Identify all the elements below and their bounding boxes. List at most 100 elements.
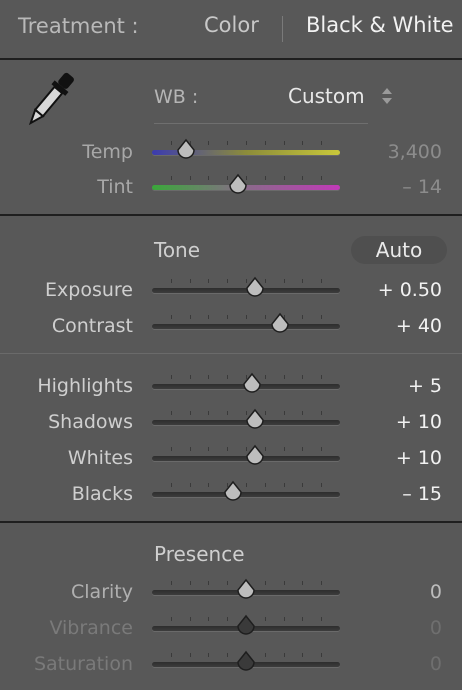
slider-tick	[283, 483, 285, 487]
slider-tick	[264, 653, 266, 657]
slider-tick	[170, 279, 172, 283]
tint-slider-thumb[interactable]	[227, 173, 249, 195]
temp-label: Temp	[82, 141, 133, 163]
slider-tick	[264, 141, 266, 145]
blacks-value[interactable]: – 15	[322, 483, 442, 505]
slider-tick	[170, 176, 172, 180]
slider-tick	[189, 411, 191, 415]
slider-tick	[208, 653, 210, 657]
subsection-divider	[0, 353, 462, 354]
whites-slider[interactable]	[152, 444, 340, 468]
vibrance-label: Vibrance	[49, 617, 133, 639]
tone-title: Tone	[154, 238, 201, 262]
contrast-slider[interactable]	[152, 312, 340, 336]
highlights-slider[interactable]	[152, 372, 340, 396]
blacks-label: Blacks	[71, 483, 133, 505]
treatment-separator	[282, 16, 283, 42]
slider-tick	[189, 617, 191, 621]
wb-label: WB :	[154, 86, 199, 108]
slider-tick	[208, 279, 210, 283]
slider-tick	[302, 176, 304, 180]
updown-arrows-icon[interactable]	[381, 86, 393, 106]
slider-tick	[283, 279, 285, 283]
whites-value[interactable]: + 10	[322, 447, 442, 469]
slider-tick	[208, 411, 210, 415]
treatment-bw-option[interactable]: Black & White	[306, 13, 454, 37]
slider-tick	[170, 483, 172, 487]
blacks-slider-thumb[interactable]	[222, 480, 244, 502]
slider-tick	[302, 653, 304, 657]
shadows-slider[interactable]	[152, 408, 340, 432]
slider-tick	[170, 617, 172, 621]
whites-slider-thumb[interactable]	[244, 444, 266, 466]
slider-tick	[264, 483, 266, 487]
slider-tick	[264, 581, 266, 585]
slider-tick	[246, 141, 247, 145]
exposure-label: Exposure	[45, 279, 133, 301]
slider-tick	[302, 447, 304, 451]
slider-tick	[227, 141, 229, 145]
contrast-label: Contrast	[51, 315, 133, 337]
exposure-slider-thumb[interactable]	[244, 276, 266, 298]
clarity-slider[interactable]	[152, 578, 340, 602]
slider-tick	[227, 315, 229, 319]
slider-tick	[208, 176, 210, 180]
clarity-value[interactable]: 0	[322, 581, 442, 603]
slider-tick	[170, 581, 172, 585]
highlights-label: Highlights	[37, 375, 133, 397]
temp-slider[interactable]	[152, 138, 340, 162]
slider-tick	[227, 617, 229, 621]
slider-tick	[208, 617, 210, 621]
treatment-color-option[interactable]: Color	[204, 13, 259, 37]
highlights-value[interactable]: + 5	[322, 375, 442, 397]
blacks-slider[interactable]	[152, 480, 340, 504]
auto-button[interactable]: Auto	[351, 236, 447, 264]
temp-value[interactable]: 3,400	[322, 141, 442, 163]
temp-slider-thumb[interactable]	[175, 138, 197, 160]
shadows-slider-thumb[interactable]	[244, 408, 266, 430]
slider-tick	[264, 375, 266, 379]
slider-tick	[227, 279, 229, 283]
exposure-value[interactable]: + 0.50	[322, 279, 442, 301]
slider-ticks	[152, 483, 340, 487]
section-divider	[0, 214, 462, 216]
slider-tick	[189, 653, 191, 657]
slider-tick	[283, 617, 285, 621]
slider-tick	[283, 411, 285, 415]
slider-tick	[189, 581, 191, 585]
shadows-value[interactable]: + 10	[322, 411, 442, 433]
slider-tick	[283, 447, 285, 451]
contrast-value[interactable]: + 40	[322, 315, 442, 337]
slider-tick	[246, 483, 247, 487]
vibrance-value[interactable]: 0	[322, 617, 442, 639]
slider-tick	[302, 411, 304, 415]
slider-tick	[302, 617, 304, 621]
slider-tick	[302, 315, 304, 319]
tint-label: Tint	[97, 176, 133, 198]
vibrance-slider[interactable]	[152, 614, 340, 638]
eyedropper-icon[interactable]	[16, 66, 84, 134]
tint-slider[interactable]	[152, 173, 340, 197]
wb-dropdown[interactable]: Custom	[288, 84, 365, 108]
slider-tick	[264, 617, 266, 621]
slider-tick	[227, 447, 229, 451]
highlights-slider-thumb[interactable]	[241, 372, 263, 394]
saturation-slider-thumb[interactable]	[235, 650, 257, 672]
slider-tick	[246, 315, 247, 319]
treatment-label: Treatment :	[18, 14, 139, 38]
vibrance-slider-thumb[interactable]	[235, 614, 257, 636]
slider-tick	[170, 653, 172, 657]
clarity-slider-thumb[interactable]	[235, 578, 257, 600]
slider-tick	[208, 581, 210, 585]
tint-value[interactable]: – 14	[322, 176, 442, 198]
section-divider	[0, 521, 462, 523]
slider-tick	[283, 141, 285, 145]
slider-tick	[227, 375, 229, 379]
slider-tick	[302, 279, 304, 283]
saturation-slider[interactable]	[152, 650, 340, 674]
saturation-value[interactable]: 0	[322, 653, 442, 675]
slider-tick	[208, 447, 210, 451]
exposure-slider[interactable]	[152, 276, 340, 300]
contrast-track	[152, 324, 340, 329]
contrast-slider-thumb[interactable]	[269, 312, 291, 334]
